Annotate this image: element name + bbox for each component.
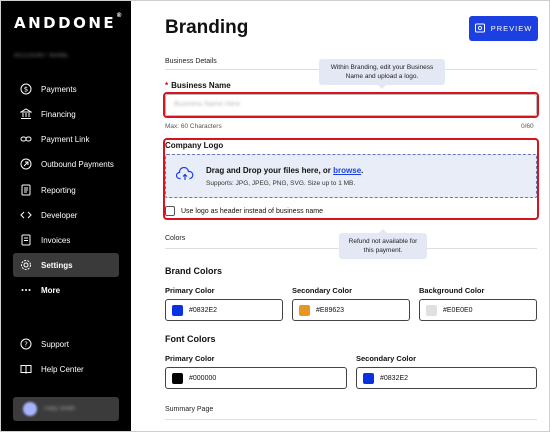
sidebar-item-payment-link[interactable]: Payment Link	[13, 127, 119, 151]
color-swatch[interactable]	[426, 304, 437, 316]
gear-icon	[18, 257, 34, 273]
summary-page-label: Summary Page	[165, 406, 214, 413]
font-secondary-color-input[interactable]: #0832E2	[356, 367, 537, 389]
user-name: Tracy Smith	[43, 406, 75, 412]
report-icon	[18, 182, 34, 198]
business-name-label: * Business Name	[165, 81, 231, 90]
business-name-placeholder: Business Name Here	[174, 101, 241, 108]
font-primary-color-input[interactable]: #000000	[165, 367, 347, 389]
sidebar-item-support[interactable]: ? Support	[13, 332, 119, 356]
code-icon	[18, 207, 34, 223]
sidebar: ANDDONE® ACCOUNT NAME $ Payments Financi…	[1, 1, 131, 431]
business-details-label: Business Details	[165, 58, 217, 65]
color-value: #0832E2	[189, 306, 218, 314]
brand-background-color-label: Background Color	[419, 286, 485, 295]
sidebar-item-label: Settings	[41, 260, 73, 270]
color-swatch[interactable]	[172, 304, 183, 316]
sidebar-item-label: Financing	[41, 109, 76, 119]
app-window: ANDDONE® ACCOUNT NAME $ Payments Financi…	[0, 0, 550, 432]
svg-text:$: $	[24, 86, 28, 94]
sidebar-item-label: Invoices	[41, 235, 71, 245]
account-name[interactable]: ACCOUNT NAME	[14, 53, 69, 59]
invoice-icon	[18, 232, 34, 248]
company-logo-label: Company Logo	[165, 141, 224, 150]
page-title: Branding	[165, 17, 249, 38]
help-circle-icon: ?	[18, 336, 34, 352]
cloud-upload-icon	[175, 166, 194, 186]
logo-header-option[interactable]: Use logo as header instead of business n…	[165, 206, 323, 216]
font-colors-heading: Font Colors	[165, 334, 216, 344]
max-characters-hint: Max: 60 Characters	[165, 123, 222, 130]
preview-label: PREVIEW	[490, 24, 533, 33]
sidebar-item-financing[interactable]: Financing	[13, 102, 119, 126]
sidebar-item-label: Developer	[41, 210, 78, 220]
brand-secondary-color-label: Secondary Color	[292, 286, 353, 295]
color-value: #E89623	[316, 306, 345, 314]
more-icon	[18, 282, 34, 298]
brand-secondary-color-input[interactable]: #E89623	[292, 299, 410, 321]
character-count: 0/60	[521, 123, 534, 130]
bank-icon	[18, 106, 34, 122]
preview-button[interactable]: PREVIEW	[469, 16, 538, 41]
sidebar-item-invoices[interactable]: Invoices	[13, 228, 119, 252]
sidebar-item-payments[interactable]: $ Payments	[13, 77, 119, 101]
link-icon	[18, 131, 34, 147]
logo-header-checkbox-label: Use logo as header instead of business n…	[181, 207, 324, 215]
brand-background-color-input[interactable]: #E0E0E0	[419, 299, 537, 321]
color-value: #0832E2	[380, 374, 409, 382]
browse-link[interactable]: browse	[333, 166, 361, 175]
user-menu[interactable]: Tracy Smith	[13, 397, 119, 421]
brand-primary-color-label: Primary Color	[165, 286, 215, 295]
color-value: #000000	[189, 374, 217, 382]
sidebar-item-settings[interactable]: Settings	[13, 253, 119, 277]
sidebar-item-help-center[interactable]: Help Center	[13, 357, 119, 381]
color-swatch[interactable]	[299, 304, 310, 316]
sidebar-item-outbound-payments[interactable]: Outbound Payments	[13, 152, 119, 176]
dollar-circle-icon: $	[18, 81, 34, 97]
main-content: Branding PREVIEW Business Details * Busin…	[131, 1, 549, 431]
preview-icon	[474, 23, 485, 35]
brand-primary-color-input[interactable]: #0832E2	[165, 299, 283, 321]
font-primary-color-label: Primary Color	[165, 354, 215, 363]
font-secondary-color-label: Secondary Color	[356, 354, 417, 363]
brand-colors-heading: Brand Colors	[165, 266, 223, 276]
business-name-input[interactable]: Business Name Here	[165, 94, 537, 116]
color-value: #E0E0E0	[443, 306, 473, 314]
colors-label: Colors	[165, 235, 186, 242]
sidebar-item-label: Outbound Payments	[41, 159, 114, 169]
dropzone-supported-types: Supports: JPG, JPEG, PNG, SVG. Size up t…	[206, 180, 356, 187]
color-swatch[interactable]	[172, 372, 183, 384]
logo-dropzone[interactable]: Drag and Drop your files here, or browse…	[165, 154, 537, 198]
sidebar-item-label: More	[41, 285, 61, 295]
sidebar-item-label: Support	[41, 339, 70, 349]
book-icon	[18, 361, 34, 377]
refund-tooltip: Refund not available for this payment.	[339, 229, 427, 259]
sidebar-item-label: Payment Link	[41, 134, 90, 144]
sidebar-item-label: Help Center	[41, 364, 84, 374]
sidebar-item-more[interactable]: More	[13, 278, 119, 302]
dropzone-title: Drag and Drop your files here, or browse…	[206, 166, 364, 175]
outbound-icon	[18, 156, 34, 172]
avatar	[23, 402, 37, 416]
app-logo[interactable]: ANDDONE®	[14, 12, 122, 32]
logo-header-checkbox[interactable]	[165, 206, 175, 216]
sidebar-item-label: Payments	[41, 84, 77, 94]
sidebar-item-label: Reporting	[41, 185, 76, 195]
color-swatch[interactable]	[363, 372, 374, 384]
sidebar-item-developer[interactable]: Developer	[13, 203, 119, 227]
branding-tooltip: Within Branding, edit your Business Name…	[319, 59, 445, 89]
sidebar-item-reporting[interactable]: Reporting	[13, 178, 119, 202]
svg-text:?: ?	[24, 341, 28, 349]
divider	[165, 419, 537, 420]
